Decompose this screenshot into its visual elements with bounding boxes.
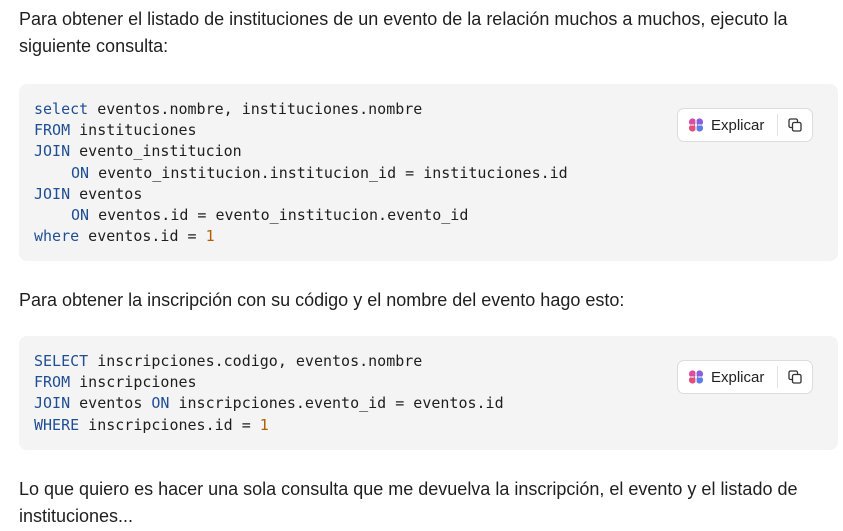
outro-paragraph: Lo que quiero es hacer una sola consulta…	[19, 479, 798, 526]
code-text: eventos.id =	[79, 227, 206, 246]
code-keyword: where	[34, 227, 80, 246]
code-text: eventos.id = evento_institucion.evento_i…	[89, 206, 469, 225]
brain-icon	[688, 118, 704, 132]
code-content-2: SELECT inscripciones.codigo, eventos.nom…	[34, 351, 504, 436]
copy-icon	[788, 118, 802, 132]
code-keyword: SELECT	[34, 352, 89, 370]
code-text: instituciones	[70, 121, 197, 140]
intro-paragraph: Para obtener el listado de instituciones…	[19, 9, 788, 56]
middle-paragraph: Para obtener la inscripción con su códig…	[19, 290, 625, 310]
code-text: eventos	[70, 394, 152, 413]
code-text: eventos.nombre, instituciones.nombre	[88, 100, 423, 118]
explain-button[interactable]: Explicar	[678, 361, 777, 393]
copy-button[interactable]	[778, 361, 812, 393]
code-keyword: FROM	[34, 121, 71, 140]
brain-icon	[688, 370, 704, 384]
code-text: evento_institucion.institucion_id = inst…	[89, 163, 568, 182]
code-keyword: JOIN	[34, 184, 71, 203]
code-text: evento_institucion	[70, 142, 242, 161]
code-text: inscripciones.evento_id = eventos.id	[169, 394, 504, 413]
code-keyword: ON	[71, 163, 90, 182]
copy-icon	[788, 370, 802, 384]
code-block-2: SELECT inscripciones.codigo, eventos.nom…	[19, 336, 838, 450]
code-keyword: ON	[71, 206, 90, 225]
code-number: 1	[205, 227, 215, 246]
code-keyword: select	[34, 100, 89, 118]
code-text: inscripciones.codigo, eventos.nombre	[88, 352, 423, 370]
code-number: 1	[259, 415, 269, 434]
code-text: inscripciones	[70, 373, 197, 392]
code-keyword: WHERE	[34, 415, 80, 434]
explain-button-group: Explicar	[677, 108, 813, 142]
code-block-1: select eventos.nombre, instituciones.nom…	[19, 84, 838, 261]
explain-label: Explicar	[711, 116, 765, 134]
explain-label: Explicar	[711, 368, 765, 386]
code-content-1: select eventos.nombre, instituciones.nom…	[34, 99, 568, 247]
code-keyword: ON	[151, 394, 170, 413]
explain-button-group: Explicar	[677, 360, 813, 394]
copy-button[interactable]	[778, 109, 812, 141]
code-keyword: JOIN	[34, 394, 71, 413]
code-text: inscripciones.id =	[79, 415, 260, 434]
code-keyword: FROM	[34, 373, 71, 392]
code-keyword: JOIN	[34, 142, 71, 161]
code-text: eventos	[70, 184, 143, 203]
explain-button[interactable]: Explicar	[678, 109, 777, 141]
